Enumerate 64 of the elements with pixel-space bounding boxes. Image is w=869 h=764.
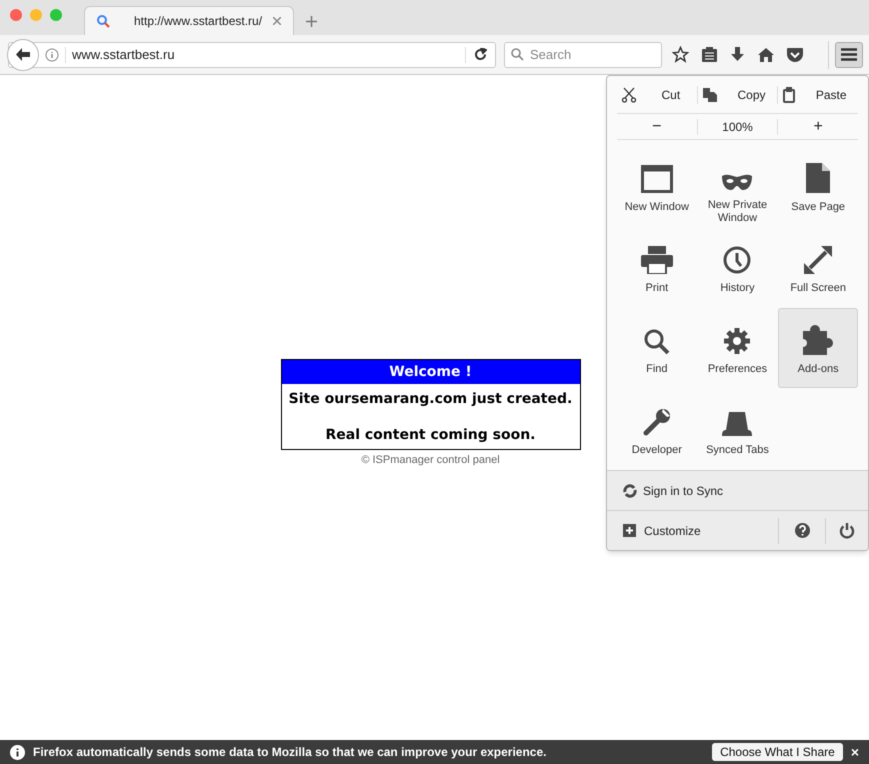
clipboard-icon <box>782 86 796 102</box>
search-field[interactable]: Search <box>504 42 662 68</box>
new-tab-icon[interactable] <box>306 16 317 27</box>
browser-tab[interactable]: http://www.sstartbest.ru/ <box>84 6 294 35</box>
menu-item[interactable]: Full Screen <box>778 227 858 307</box>
edit-button[interactable]: Paste <box>778 86 858 104</box>
footer-text: © ISPmanager control panel <box>361 453 500 468</box>
menu-item[interactable]: Print <box>617 227 697 307</box>
info-icon <box>10 744 25 760</box>
zoom-out-button[interactable]: − <box>617 114 697 138</box>
search-icon <box>511 48 524 61</box>
mask-icon <box>721 173 754 191</box>
diagonal-arrows-icon <box>804 246 832 274</box>
reload-icon[interactable] <box>474 48 487 61</box>
message-text: Real content coming soon. <box>324 426 537 445</box>
help-icon <box>794 523 810 538</box>
menu-item[interactable]: Save Page <box>778 146 858 226</box>
menu-item[interactable]: New Private Window <box>698 146 778 226</box>
home-icon[interactable] <box>758 48 774 62</box>
puzzle-piece-icon <box>803 325 834 355</box>
menu-item[interactable]: History <box>698 227 778 307</box>
gear-icon <box>723 327 752 355</box>
sync-button[interactable]: Sign in to Sync <box>607 470 868 510</box>
sync-icon <box>623 484 637 498</box>
reading-list-icon[interactable] <box>702 47 717 62</box>
pocket-icon[interactable] <box>787 48 803 62</box>
menu-item[interactable]: New Window <box>617 146 697 226</box>
download-icon[interactable] <box>730 47 745 62</box>
tab-title: http://www.sstartbest.ru/ <box>134 13 264 30</box>
menu-item[interactable]: Find <box>617 308 697 388</box>
window-icon <box>640 165 673 193</box>
edit-button[interactable]: Copy <box>698 86 778 104</box>
zoom-in-button[interactable]: + <box>778 114 858 138</box>
wrench-icon <box>642 408 671 436</box>
scissors-icon <box>621 86 637 102</box>
menu-item[interactable]: Developer <box>617 389 697 469</box>
menu-item[interactable]: Synced Tabs <box>698 389 778 469</box>
printer-icon <box>640 246 673 274</box>
menu-item[interactable]: Add-ons <box>778 308 858 388</box>
menu-button[interactable] <box>835 42 863 68</box>
copy-icon <box>702 86 718 102</box>
notification-message: Firefox automatically sends some data to Mozilla so that we can improve your experience. <box>33 744 548 761</box>
edit-button[interactable]: Cut <box>617 86 697 104</box>
close-button[interactable]: × <box>850 745 859 759</box>
plus-square-icon <box>623 524 636 537</box>
zoom-reset-button[interactable]: 100% <box>698 118 778 136</box>
url-text: www.sstartbest.ru <box>72 46 176 64</box>
welcome-heading: Welcome ! <box>282 360 580 384</box>
menu-icon <box>841 48 857 61</box>
back-button[interactable] <box>7 38 39 70</box>
back-arrow-icon <box>16 48 30 61</box>
bell-shape-icon <box>721 412 754 436</box>
search-icon <box>97 14 110 28</box>
magnifier-icon <box>644 329 670 355</box>
message-text: Site oursemarang.com just created. <box>288 390 574 409</box>
close-icon[interactable] <box>273 17 281 25</box>
choose-share-button[interactable]: Choose What I Share <box>712 743 843 761</box>
info-icon[interactable] <box>45 48 59 62</box>
star-icon[interactable] <box>672 46 689 63</box>
document-icon <box>806 163 830 193</box>
power-icon <box>839 522 855 538</box>
clock-icon <box>723 246 752 274</box>
menu-item[interactable]: Preferences <box>698 308 778 388</box>
search-placeholder: Search <box>530 46 572 64</box>
